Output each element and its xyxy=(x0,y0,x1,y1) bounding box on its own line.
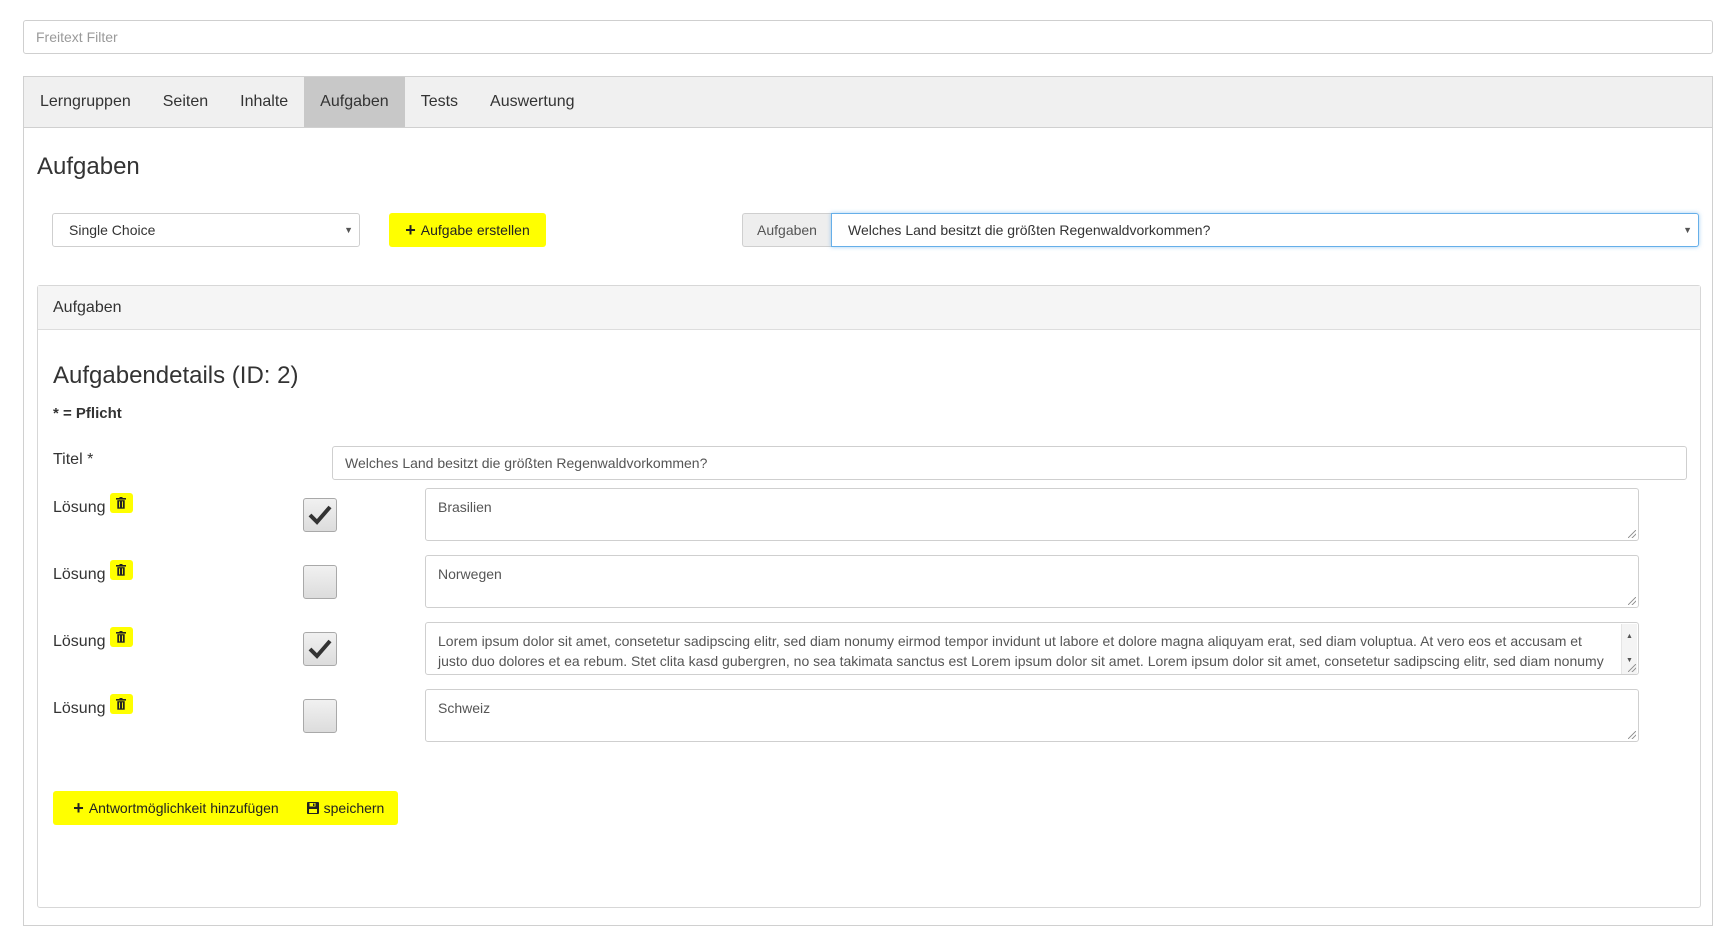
floppy-icon xyxy=(306,802,319,814)
solution-text: Schweiz xyxy=(438,700,491,716)
solution-checkbox[interactable] xyxy=(303,498,337,532)
dropdown-caret-icon: ▼ xyxy=(344,225,353,235)
solution-textarea[interactable]: Brasilien xyxy=(425,488,1639,541)
solution-textarea[interactable]: Lorem ipsum dolor sit amet, consetetur s… xyxy=(425,622,1639,675)
resize-grip-icon[interactable] xyxy=(1628,597,1636,605)
trash-icon[interactable] xyxy=(109,493,133,513)
task-type-value: Single Choice xyxy=(69,222,156,238)
tab-lerngruppen[interactable]: Lerngruppen xyxy=(24,77,147,127)
task-panel-heading: Aufgaben xyxy=(38,286,1700,330)
save-label: speichern xyxy=(323,800,385,816)
solution-label: Lösung xyxy=(53,627,133,651)
tab-bar: Lerngruppen Seiten Inhalte Aufgaben Test… xyxy=(24,77,1712,128)
add-answer-label: Antwortmöglichkeit hinzufügen xyxy=(88,800,279,816)
task-select[interactable]: Welches Land besitzt die größten Regenwa… xyxy=(831,213,1699,247)
add-answer-button[interactable]: + Antwortmöglichkeit hinzufügen xyxy=(53,791,299,825)
resize-grip-icon[interactable] xyxy=(1628,731,1636,739)
solution-label: Lösung xyxy=(53,694,133,718)
solution-label-text: Lösung xyxy=(53,700,106,717)
solution-checkbox[interactable] xyxy=(303,699,337,733)
freitext-filter-input[interactable] xyxy=(23,20,1713,54)
page-title: Aufgaben xyxy=(37,153,140,180)
solution-textarea[interactable]: Norwegen xyxy=(425,555,1639,608)
solution-label-text: Lösung xyxy=(53,566,106,583)
required-note: * = Pflicht xyxy=(53,405,122,422)
trash-icon[interactable] xyxy=(109,627,133,647)
details-title: Aufgabendetails (ID: 2) xyxy=(53,362,299,389)
trash-icon[interactable] xyxy=(109,560,133,580)
check-icon xyxy=(308,639,332,659)
plus-icon: + xyxy=(405,220,416,240)
save-button[interactable]: speichern xyxy=(293,791,398,825)
solution-checkbox[interactable] xyxy=(303,565,337,599)
solution-text: Lorem ipsum dolor sit amet, consetetur s… xyxy=(438,633,1604,674)
title-label: Titel * xyxy=(53,451,94,468)
title-input[interactable]: Welches Land besitzt die größten Regenwa… xyxy=(332,446,1687,480)
tab-auswertung[interactable]: Auswertung xyxy=(474,77,591,127)
solution-label-text: Lösung xyxy=(53,499,106,516)
resize-grip-icon[interactable] xyxy=(1628,664,1636,672)
tab-aufgaben[interactable]: Aufgaben xyxy=(304,77,405,127)
tab-seiten[interactable]: Seiten xyxy=(147,77,224,127)
task-select-value: Welches Land besitzt die größten Regenwa… xyxy=(848,222,1211,238)
main-panel: Lerngruppen Seiten Inhalte Aufgaben Test… xyxy=(23,76,1713,926)
tab-inhalte[interactable]: Inhalte xyxy=(224,77,304,127)
task-panel: Aufgaben Aufgabendetails (ID: 2) * = Pfl… xyxy=(37,285,1701,908)
solution-text: Brasilien xyxy=(438,499,492,515)
tab-tests[interactable]: Tests xyxy=(405,77,474,127)
solution-label: Lösung xyxy=(53,493,133,517)
resize-grip-icon[interactable] xyxy=(1628,530,1636,538)
solution-text: Norwegen xyxy=(438,566,502,582)
plus-icon: + xyxy=(73,798,84,818)
task-select-addon: Aufgaben xyxy=(742,213,831,247)
trash-icon[interactable] xyxy=(109,694,133,714)
solution-checkbox[interactable] xyxy=(303,632,337,666)
solution-label: Lösung xyxy=(53,560,133,584)
create-task-button[interactable]: + Aufgabe erstellen xyxy=(389,213,546,247)
solution-textarea[interactable]: Schweiz xyxy=(425,689,1639,742)
scroll-up-icon[interactable]: ▲ xyxy=(1622,627,1637,647)
dropdown-caret-icon: ▼ xyxy=(1683,225,1692,235)
solution-label-text: Lösung xyxy=(53,633,106,650)
check-icon xyxy=(308,505,332,525)
task-type-select[interactable]: Single Choice ▼ xyxy=(52,213,360,247)
create-task-label: Aufgabe erstellen xyxy=(420,222,530,238)
